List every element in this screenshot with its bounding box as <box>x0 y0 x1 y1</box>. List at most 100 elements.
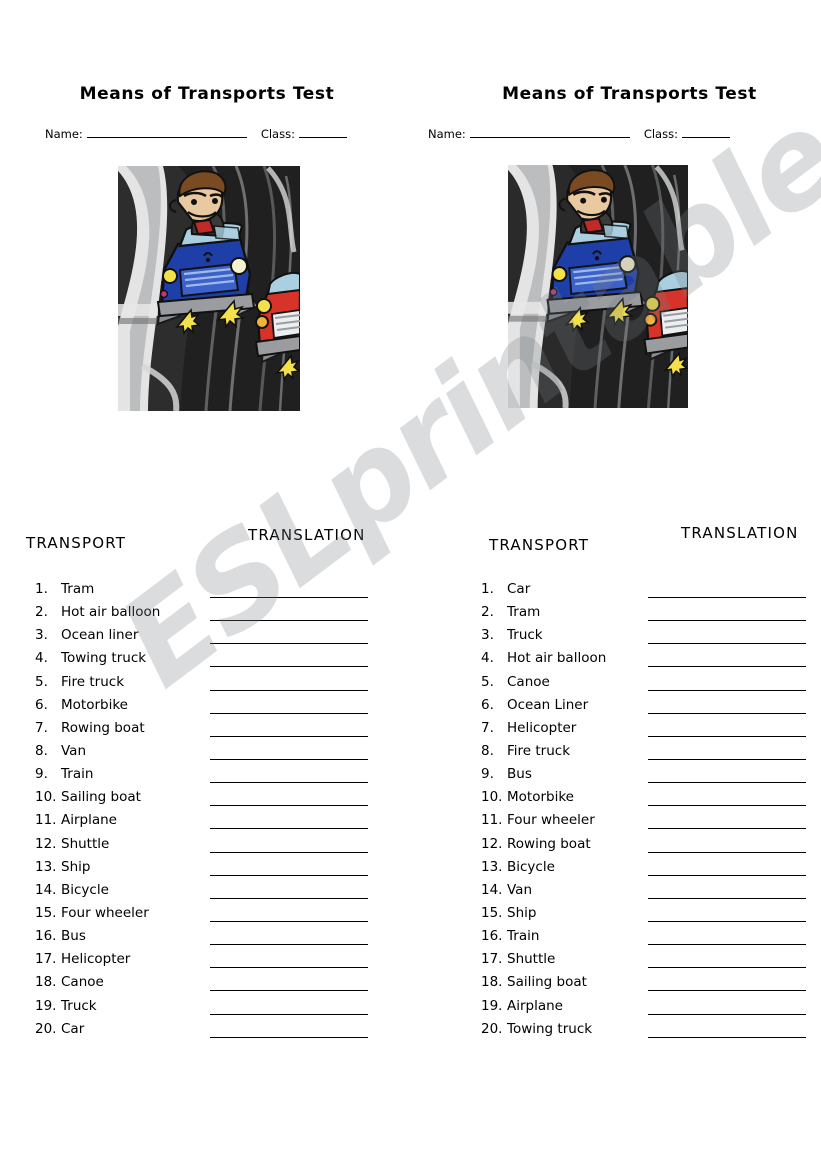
name-label-right: Name: <box>428 127 466 141</box>
translation-answer-line[interactable] <box>648 805 806 807</box>
translation-answer-line[interactable] <box>648 1013 806 1015</box>
item-number: 20. <box>35 1020 57 1037</box>
translation-answer-line[interactable] <box>648 735 806 737</box>
item-number: 17. <box>481 951 503 968</box>
translation-answer-line[interactable] <box>210 805 368 807</box>
item-number: 6. <box>481 696 494 713</box>
transport-term: Rowing boat <box>507 835 591 852</box>
item-number: 14. <box>35 881 57 898</box>
list-item: 13. Ship <box>35 858 368 882</box>
transport-term: Hot air balloon <box>61 604 161 621</box>
translation-answer-line[interactable] <box>648 851 806 853</box>
item-number: 3. <box>481 627 494 644</box>
translation-answer-line[interactable] <box>648 874 806 876</box>
translation-answer-line[interactable] <box>648 967 806 969</box>
translation-answer-line[interactable] <box>648 666 806 668</box>
item-number: 13. <box>35 858 57 875</box>
translation-answer-line[interactable] <box>210 643 368 645</box>
translation-answer-line[interactable] <box>648 828 806 830</box>
item-number: 15. <box>481 904 503 921</box>
name-field-right[interactable] <box>469 126 630 138</box>
translation-answer-line[interactable] <box>210 874 368 876</box>
cartoon-car-scene-icon <box>508 165 688 408</box>
translation-answer-line[interactable] <box>648 782 806 784</box>
transport-term: Train <box>507 928 540 945</box>
transport-term: Rowing boat <box>61 719 145 736</box>
list-item: 14. Van <box>481 881 806 905</box>
transport-term: Airplane <box>61 812 117 829</box>
translation-answer-line[interactable] <box>210 1013 368 1015</box>
translation-answer-line[interactable] <box>210 1036 368 1038</box>
list-item: 1. Car <box>481 581 806 604</box>
transport-term: Towing truck <box>507 1020 593 1037</box>
translation-answer-line[interactable] <box>210 851 368 853</box>
translation-answer-line[interactable] <box>210 712 368 714</box>
translation-answer-line[interactable] <box>648 944 806 946</box>
translation-answer-line[interactable] <box>648 712 806 714</box>
translation-answer-line[interactable] <box>648 643 806 645</box>
class-label-right: Class: <box>643 127 678 141</box>
item-number: 12. <box>481 835 503 852</box>
translation-answer-line[interactable] <box>210 689 368 691</box>
transport-term: Truck <box>507 627 543 644</box>
class-field-right[interactable] <box>681 126 730 138</box>
list-item: 12. Shuttle <box>35 836 368 859</box>
translation-answer-line[interactable] <box>210 597 368 598</box>
translation-answer-line[interactable] <box>210 967 368 969</box>
transport-term: Car <box>507 581 531 597</box>
list-item: 20. Towing truck <box>481 1020 806 1044</box>
list-item: 8. Fire truck <box>481 742 806 766</box>
list-item: 5. Canoe <box>481 674 806 697</box>
translation-answer-line[interactable] <box>648 990 806 992</box>
list-item: 18. Sailing boat <box>481 974 806 997</box>
translation-answer-line[interactable] <box>210 990 368 992</box>
translation-answer-line[interactable] <box>210 828 368 830</box>
item-number: 19. <box>481 997 503 1014</box>
translation-answer-line[interactable] <box>648 689 806 691</box>
translation-answer-line[interactable] <box>648 920 806 922</box>
name-field-left[interactable] <box>86 126 247 138</box>
translation-answer-line[interactable] <box>648 1036 806 1038</box>
list-item: 17. Shuttle <box>481 951 806 974</box>
translation-answer-line[interactable] <box>210 944 368 946</box>
translation-answer-line[interactable] <box>210 897 368 899</box>
transport-term: Motorbike <box>61 696 128 713</box>
transport-term: Van <box>507 881 533 898</box>
transport-term: Airplane <box>507 997 563 1014</box>
transport-term: Truck <box>61 997 97 1014</box>
item-number: 19. <box>35 997 57 1014</box>
translation-answer-line[interactable] <box>210 620 368 622</box>
item-number: 9. <box>35 766 48 783</box>
item-number: 7. <box>35 719 48 736</box>
transport-term: Fire truck <box>507 742 571 759</box>
translation-answer-line[interactable] <box>210 666 368 668</box>
list-item: 5. Fire truck <box>35 674 368 697</box>
item-number: 1. <box>481 581 494 597</box>
transport-term: Tram <box>61 581 95 597</box>
translation-answer-line[interactable] <box>210 735 368 737</box>
item-number: 11. <box>35 812 57 829</box>
transport-term: Train <box>61 766 94 783</box>
list-item: 7. Rowing boat <box>35 719 368 743</box>
translation-answer-line[interactable] <box>210 782 368 784</box>
item-number: 4. <box>35 650 48 667</box>
list-item: 3. Ocean liner <box>35 627 368 650</box>
class-field-left[interactable] <box>298 126 347 138</box>
class-label-left: Class: <box>260 127 295 141</box>
item-number: 18. <box>35 974 57 991</box>
translation-answer-line[interactable] <box>210 920 368 922</box>
translation-answer-line[interactable] <box>648 758 806 760</box>
translation-answer-line[interactable] <box>648 620 806 622</box>
translation-answer-line[interactable] <box>648 597 806 598</box>
transport-term: Hot air balloon <box>507 650 607 667</box>
item-number: 17. <box>35 951 57 968</box>
list-item: 6. Ocean Liner <box>481 696 806 720</box>
transport-term: Bicycle <box>507 858 555 875</box>
transport-term: Van <box>61 742 87 759</box>
translation-answer-line[interactable] <box>210 758 368 760</box>
list-item: 1. Tram <box>35 581 368 604</box>
transport-term: Four wheeler <box>507 812 595 829</box>
list-item: 15. Four wheeler <box>35 905 368 928</box>
header-transport-right: TRANSPORT <box>489 536 590 554</box>
translation-answer-line[interactable] <box>648 897 806 899</box>
